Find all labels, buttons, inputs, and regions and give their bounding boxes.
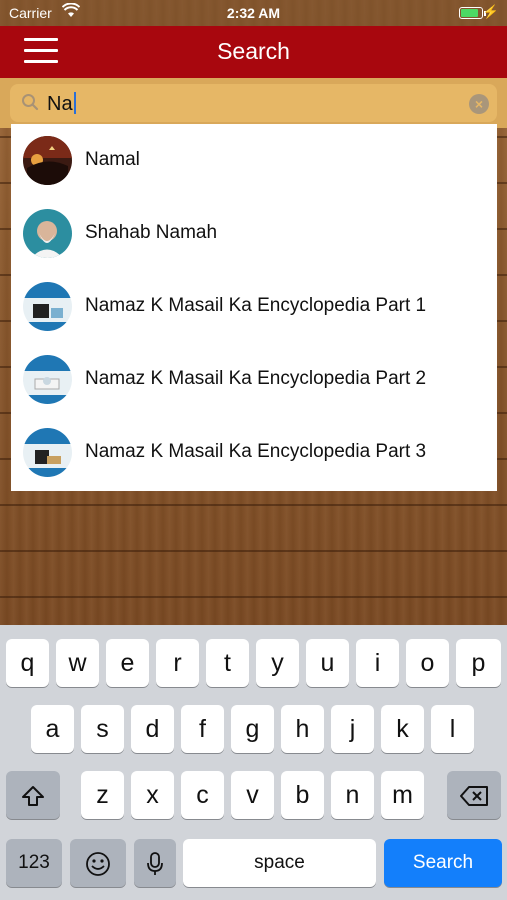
search-results-list: Namal Shahab Namah Namaz K Masail Ka Enc…: [11, 124, 497, 491]
book-cover-thumbnail: [23, 282, 72, 331]
key-i[interactable]: i: [356, 639, 399, 687]
emoji-icon: [86, 852, 110, 877]
key-a[interactable]: a: [31, 705, 74, 753]
key-q[interactable]: q: [6, 639, 49, 687]
onscreen-keyboard: q w e r t y u i o p a s d f g h j k l z …: [0, 625, 507, 900]
search-key[interactable]: Search: [384, 839, 502, 887]
text-cursor: [73, 92, 76, 114]
key-z[interactable]: z: [81, 771, 124, 819]
book-cover-thumbnail: [23, 209, 72, 258]
backspace-icon: [460, 786, 488, 807]
status-bar: Carrier 2:32 AM ⚡: [0, 0, 507, 26]
key-w[interactable]: w: [56, 639, 99, 687]
navigation-bar: Search: [0, 26, 507, 78]
key-d[interactable]: d: [131, 705, 174, 753]
key-r[interactable]: r: [156, 639, 199, 687]
clock: 2:32 AM: [226, 5, 281, 21]
book-cover-thumbnail: [23, 136, 72, 185]
key-g[interactable]: g: [231, 705, 274, 753]
list-item[interactable]: Namaz K Masail Ka Encyclopedia Part 1: [11, 270, 497, 343]
clear-search-icon[interactable]: ×: [469, 94, 489, 114]
book-cover-thumbnail: [23, 428, 72, 477]
key-b[interactable]: b: [281, 771, 324, 819]
emoji-key[interactable]: [70, 839, 126, 887]
key-h[interactable]: h: [281, 705, 324, 753]
list-item[interactable]: Shahab Namah: [11, 197, 497, 270]
battery-icon: [459, 7, 486, 19]
key-c[interactable]: c: [181, 771, 224, 819]
key-k[interactable]: k: [381, 705, 424, 753]
key-f[interactable]: f: [181, 705, 224, 753]
search-bar: Na ×: [0, 78, 507, 128]
result-title: Namal: [85, 149, 140, 170]
key-o[interactable]: o: [406, 639, 449, 687]
battery-fill: [461, 9, 478, 17]
key-l[interactable]: l: [431, 705, 474, 753]
backspace-key[interactable]: [447, 771, 501, 819]
list-item[interactable]: Namaz K Masail Ka Encyclopedia Part 2: [11, 343, 497, 416]
list-item[interactable]: Namaz K Masail Ka Encyclopedia Part 3: [11, 416, 497, 489]
numbers-key[interactable]: 123: [6, 839, 62, 887]
dictation-key[interactable]: [134, 839, 176, 887]
key-n[interactable]: n: [331, 771, 374, 819]
list-item[interactable]: Namal: [11, 124, 497, 197]
shift-icon: [22, 786, 44, 807]
page-title: Search: [217, 38, 290, 64]
space-key[interactable]: space: [183, 839, 376, 887]
search-icon: [22, 94, 39, 111]
key-u[interactable]: u: [306, 639, 349, 687]
shift-key[interactable]: [6, 771, 60, 819]
key-m[interactable]: m: [381, 771, 424, 819]
book-cover-thumbnail: [23, 355, 72, 404]
search-input[interactable]: Na ×: [10, 84, 497, 122]
key-j[interactable]: j: [331, 705, 374, 753]
key-y[interactable]: y: [256, 639, 299, 687]
microphone-icon: [147, 852, 163, 876]
charging-icon: ⚡: [482, 4, 499, 19]
result-title: Namaz K Masail Ka Encyclopedia Part 3: [85, 441, 427, 462]
key-x[interactable]: x: [131, 771, 174, 819]
key-p[interactable]: p: [456, 639, 501, 687]
key-v[interactable]: v: [231, 771, 274, 819]
result-title: Namaz K Masail Ka Encyclopedia Part 1: [85, 295, 427, 316]
key-e[interactable]: e: [106, 639, 149, 687]
result-title: Shahab Namah: [85, 222, 218, 243]
search-query: Na: [47, 93, 73, 115]
key-t[interactable]: t: [206, 639, 249, 687]
key-s[interactable]: s: [81, 705, 124, 753]
result-title: Namaz K Masail Ka Encyclopedia Part 2: [85, 368, 427, 389]
